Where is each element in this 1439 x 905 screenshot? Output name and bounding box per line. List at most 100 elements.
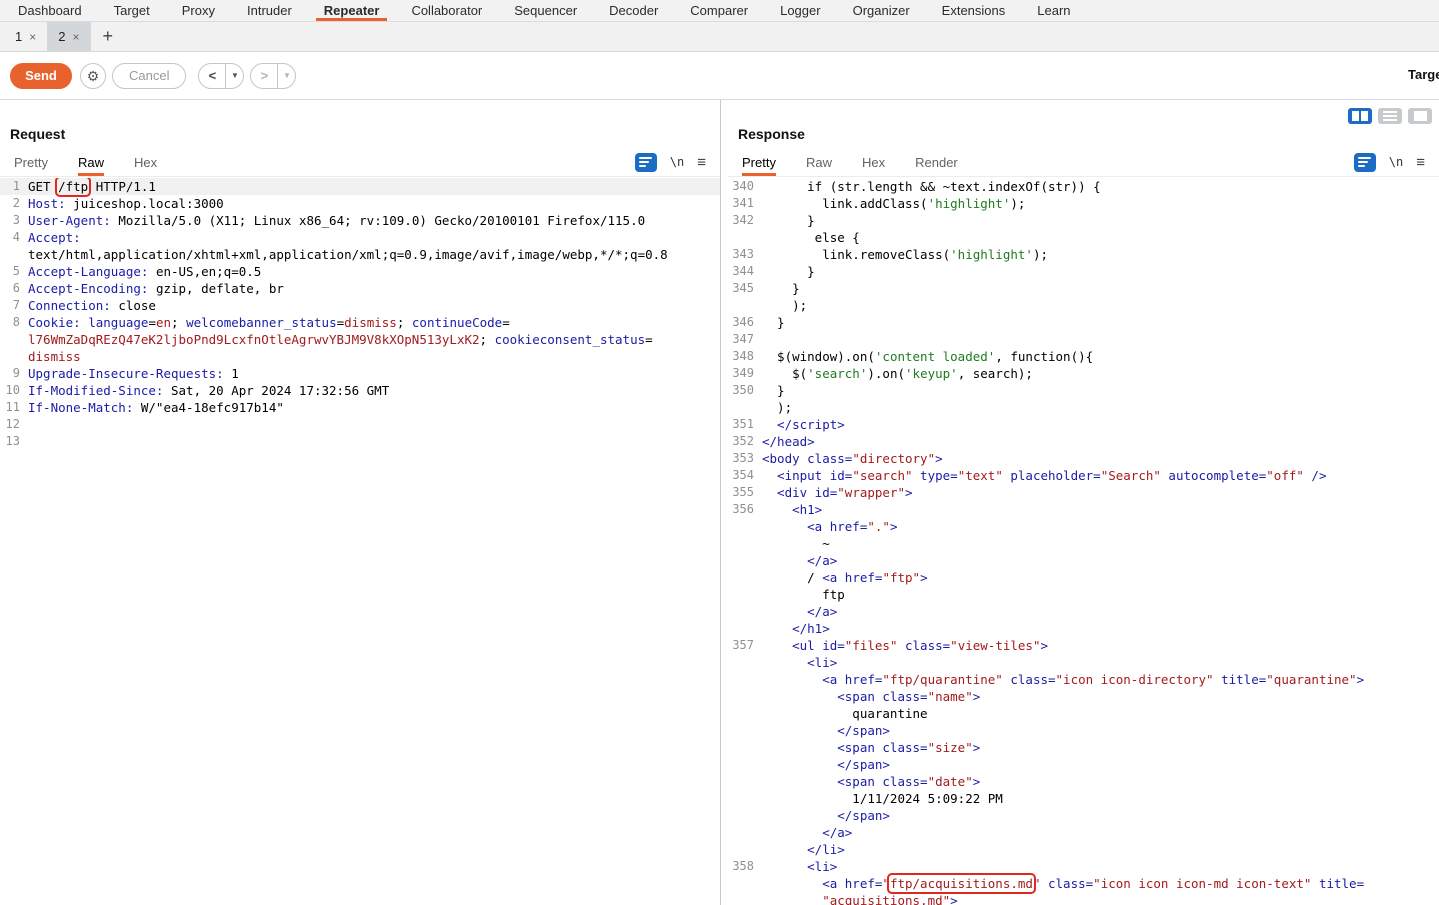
code-line: 12 bbox=[0, 416, 720, 433]
add-tab-button[interactable]: + bbox=[91, 22, 126, 51]
back-dropdown-icon[interactable]: ▼ bbox=[226, 64, 243, 88]
hamburger-menu-icon[interactable]: ≡ bbox=[697, 154, 706, 171]
line-number: 12 bbox=[0, 416, 20, 433]
response-editor-tabs: Pretty Raw Hex Render bbox=[742, 148, 988, 176]
line-text: $('search').on('keyup', search); bbox=[762, 365, 1033, 382]
line-number: 2 bbox=[0, 195, 20, 212]
line-number bbox=[728, 654, 754, 671]
menu-item-intruder[interactable]: Intruder bbox=[231, 0, 308, 21]
line-text: </span> bbox=[762, 722, 890, 739]
newline-toggle[interactable]: \n bbox=[1389, 155, 1403, 169]
line-number: 11 bbox=[0, 399, 20, 416]
tab-render[interactable]: Render bbox=[915, 148, 958, 176]
line-number bbox=[728, 297, 754, 314]
close-tab-icon[interactable]: × bbox=[72, 30, 79, 44]
code-line: 352</head> bbox=[728, 433, 1439, 450]
line-text: <ul id="files" class="view-tiles"> bbox=[762, 637, 1048, 654]
search-icon[interactable] bbox=[1354, 153, 1376, 172]
settings-gear-button[interactable]: ⚙ bbox=[80, 63, 106, 89]
repeater-tab-1[interactable]: 1× bbox=[4, 22, 47, 51]
code-line: 358 <li> bbox=[728, 858, 1439, 875]
line-number: 6 bbox=[0, 280, 20, 297]
line-text: ); bbox=[762, 399, 792, 416]
menu-item-proxy[interactable]: Proxy bbox=[166, 0, 231, 21]
code-line: 11 If-None-Match: W/"ea4-18efc917b14" bbox=[0, 399, 720, 416]
menu-item-sequencer[interactable]: Sequencer bbox=[498, 0, 593, 21]
code-line: 347 bbox=[728, 331, 1439, 348]
response-editor[interactable]: 340 if (str.length && ~text.indexOf(str)… bbox=[728, 178, 1439, 905]
menu-item-repeater[interactable]: Repeater bbox=[308, 0, 396, 21]
line-number bbox=[728, 569, 754, 586]
toolbar: Send ⚙ Cancel < ▼ > ▼ Target: bbox=[0, 52, 1439, 100]
line-text: } bbox=[762, 314, 785, 331]
line-text: </span> bbox=[762, 807, 890, 824]
request-editor-tabs: Pretty Raw Hex bbox=[14, 148, 187, 176]
response-editor-icons: \n ≡ bbox=[1354, 148, 1425, 176]
code-line: <span class="date"> bbox=[728, 773, 1439, 790]
newline-toggle[interactable]: \n bbox=[670, 155, 684, 169]
line-text: If-None-Match: W/"ea4-18efc917b14" bbox=[28, 399, 284, 416]
line-text: <li> bbox=[762, 654, 837, 671]
line-number bbox=[728, 739, 754, 756]
code-line: </h1> bbox=[728, 620, 1439, 637]
hamburger-menu-icon[interactable]: ≡ bbox=[1416, 154, 1425, 171]
menu-item-learn[interactable]: Learn bbox=[1021, 0, 1086, 21]
menu-item-organizer[interactable]: Organizer bbox=[837, 0, 926, 21]
back-button[interactable]: < bbox=[199, 64, 226, 88]
code-line: </a> bbox=[728, 603, 1439, 620]
line-number bbox=[728, 790, 754, 807]
code-line: </span> bbox=[728, 807, 1439, 824]
line-number: 342 bbox=[728, 212, 754, 229]
line-text: / <a href="ftp"> bbox=[762, 569, 928, 586]
line-text: link.removeClass('highlight'); bbox=[762, 246, 1048, 263]
tab-label: 2 bbox=[58, 29, 65, 44]
code-line: 355 <div id="wrapper"> bbox=[728, 484, 1439, 501]
tab-raw[interactable]: Raw bbox=[78, 148, 104, 176]
close-tab-icon[interactable]: × bbox=[29, 30, 36, 44]
menu-item-comparer[interactable]: Comparer bbox=[674, 0, 764, 21]
line-text: Accept-Language: en-US,en;q=0.5 bbox=[28, 263, 261, 280]
code-line: 340 if (str.length && ~text.indexOf(str)… bbox=[728, 178, 1439, 195]
code-line: ); bbox=[728, 399, 1439, 416]
menu-item-logger[interactable]: Logger bbox=[764, 0, 836, 21]
tab-hex[interactable]: Hex bbox=[134, 148, 157, 176]
code-line: else { bbox=[728, 229, 1439, 246]
menu-item-dashboard[interactable]: Dashboard bbox=[2, 0, 98, 21]
line-text: </li> bbox=[762, 841, 845, 858]
line-text: <input id="search" type="text" placehold… bbox=[762, 467, 1326, 484]
layout-single-icon[interactable] bbox=[1408, 108, 1432, 124]
tab-pretty[interactable]: Pretty bbox=[14, 148, 48, 176]
code-line: 2Host: juiceshop.local:3000 bbox=[0, 195, 720, 212]
menu-item-extensions[interactable]: Extensions bbox=[926, 0, 1022, 21]
send-button[interactable]: Send bbox=[10, 63, 72, 89]
line-number: 351 bbox=[728, 416, 754, 433]
line-text: ~ bbox=[762, 535, 830, 552]
code-line: <span class="name"> bbox=[728, 688, 1439, 705]
code-line: 7Connection: close bbox=[0, 297, 720, 314]
forward-dropdown-icon[interactable]: ▼ bbox=[278, 64, 295, 88]
line-number: 8 bbox=[0, 314, 20, 331]
line-text: <span class="date"> bbox=[762, 773, 980, 790]
tab-hex[interactable]: Hex bbox=[862, 148, 885, 176]
tab-raw[interactable]: Raw bbox=[806, 148, 832, 176]
forward-button[interactable]: > bbox=[251, 64, 278, 88]
cancel-button[interactable]: Cancel bbox=[112, 63, 186, 89]
line-text: text/html,application/xhtml+xml,applicat… bbox=[28, 246, 668, 263]
line-text: Upgrade-Insecure-Requests: 1 bbox=[28, 365, 239, 382]
pane-splitter[interactable] bbox=[721, 100, 728, 905]
request-editor[interactable]: 1GET /ftp HTTP/1.12Host: juiceshop.local… bbox=[0, 178, 720, 905]
menu-item-collaborator[interactable]: Collaborator bbox=[395, 0, 498, 21]
line-number: 358 bbox=[728, 858, 754, 875]
code-line: 342 } bbox=[728, 212, 1439, 229]
layout-columns-icon[interactable] bbox=[1348, 108, 1372, 124]
tab-pretty[interactable]: Pretty bbox=[742, 148, 776, 176]
repeater-tab-2[interactable]: 2× bbox=[47, 22, 90, 51]
line-text: quarantine bbox=[762, 705, 928, 722]
layout-rows-icon[interactable] bbox=[1378, 108, 1402, 124]
code-line: 346 } bbox=[728, 314, 1439, 331]
search-icon[interactable] bbox=[635, 153, 657, 172]
menu-item-decoder[interactable]: Decoder bbox=[593, 0, 674, 21]
code-line: </a> bbox=[728, 824, 1439, 841]
line-text: <h1> bbox=[762, 501, 822, 518]
menu-item-target[interactable]: Target bbox=[98, 0, 166, 21]
